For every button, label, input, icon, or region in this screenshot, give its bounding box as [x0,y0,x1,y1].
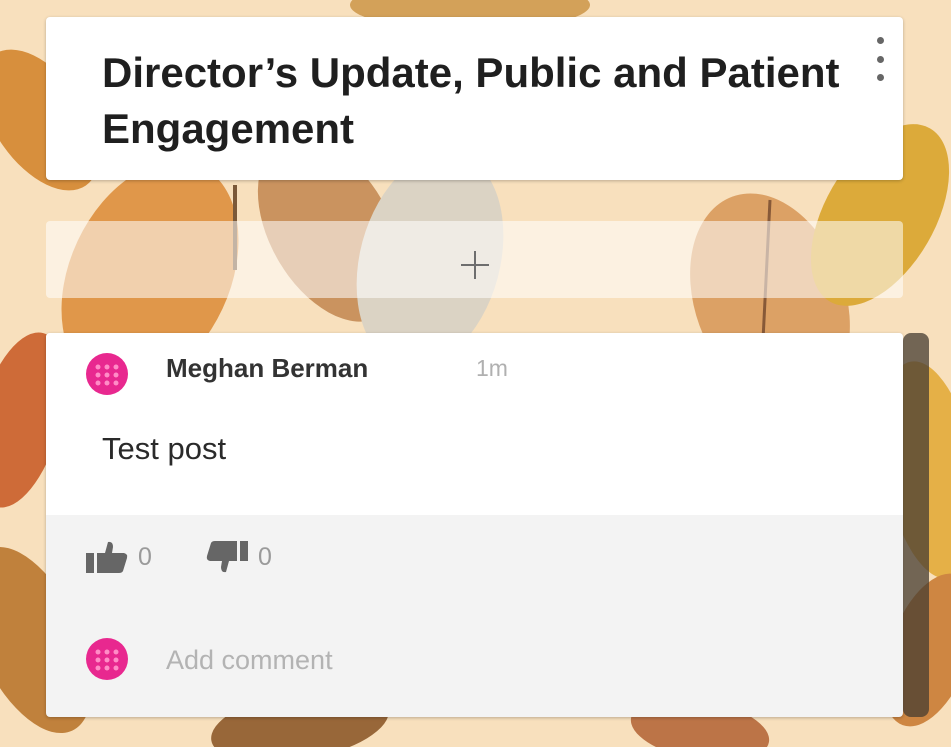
thumbs-down-icon [206,541,248,573]
dislike-count: 0 [258,542,272,571]
like-count: 0 [138,542,152,571]
kebab-menu-icon[interactable] [873,37,887,81]
plus-icon [461,251,489,279]
menu-dot [876,55,884,63]
post-timestamp: 1m [476,355,508,381]
thumbs-up-icon [86,541,128,573]
post-author[interactable]: Meghan Berman [166,353,368,384]
post-card: Meghan Berman 1m Test post 0 0 [46,333,903,717]
menu-dot [876,74,884,81]
author-avatar[interactable] [86,353,128,395]
dislike-button[interactable]: 0 [206,541,272,573]
column-title: Director’s Update, Public and Patient En… [102,49,840,152]
post-body: Meghan Berman 1m Test post [46,333,903,515]
like-button[interactable]: 0 [86,541,152,573]
menu-dot [876,37,884,44]
add-comment-input[interactable] [166,640,866,680]
column-scrollbar[interactable] [903,333,929,717]
column-header: Director’s Update, Public and Patient En… [46,17,903,180]
post-text: Test post [102,431,227,466]
add-post-button[interactable] [46,221,903,298]
commenter-avatar [86,638,128,680]
